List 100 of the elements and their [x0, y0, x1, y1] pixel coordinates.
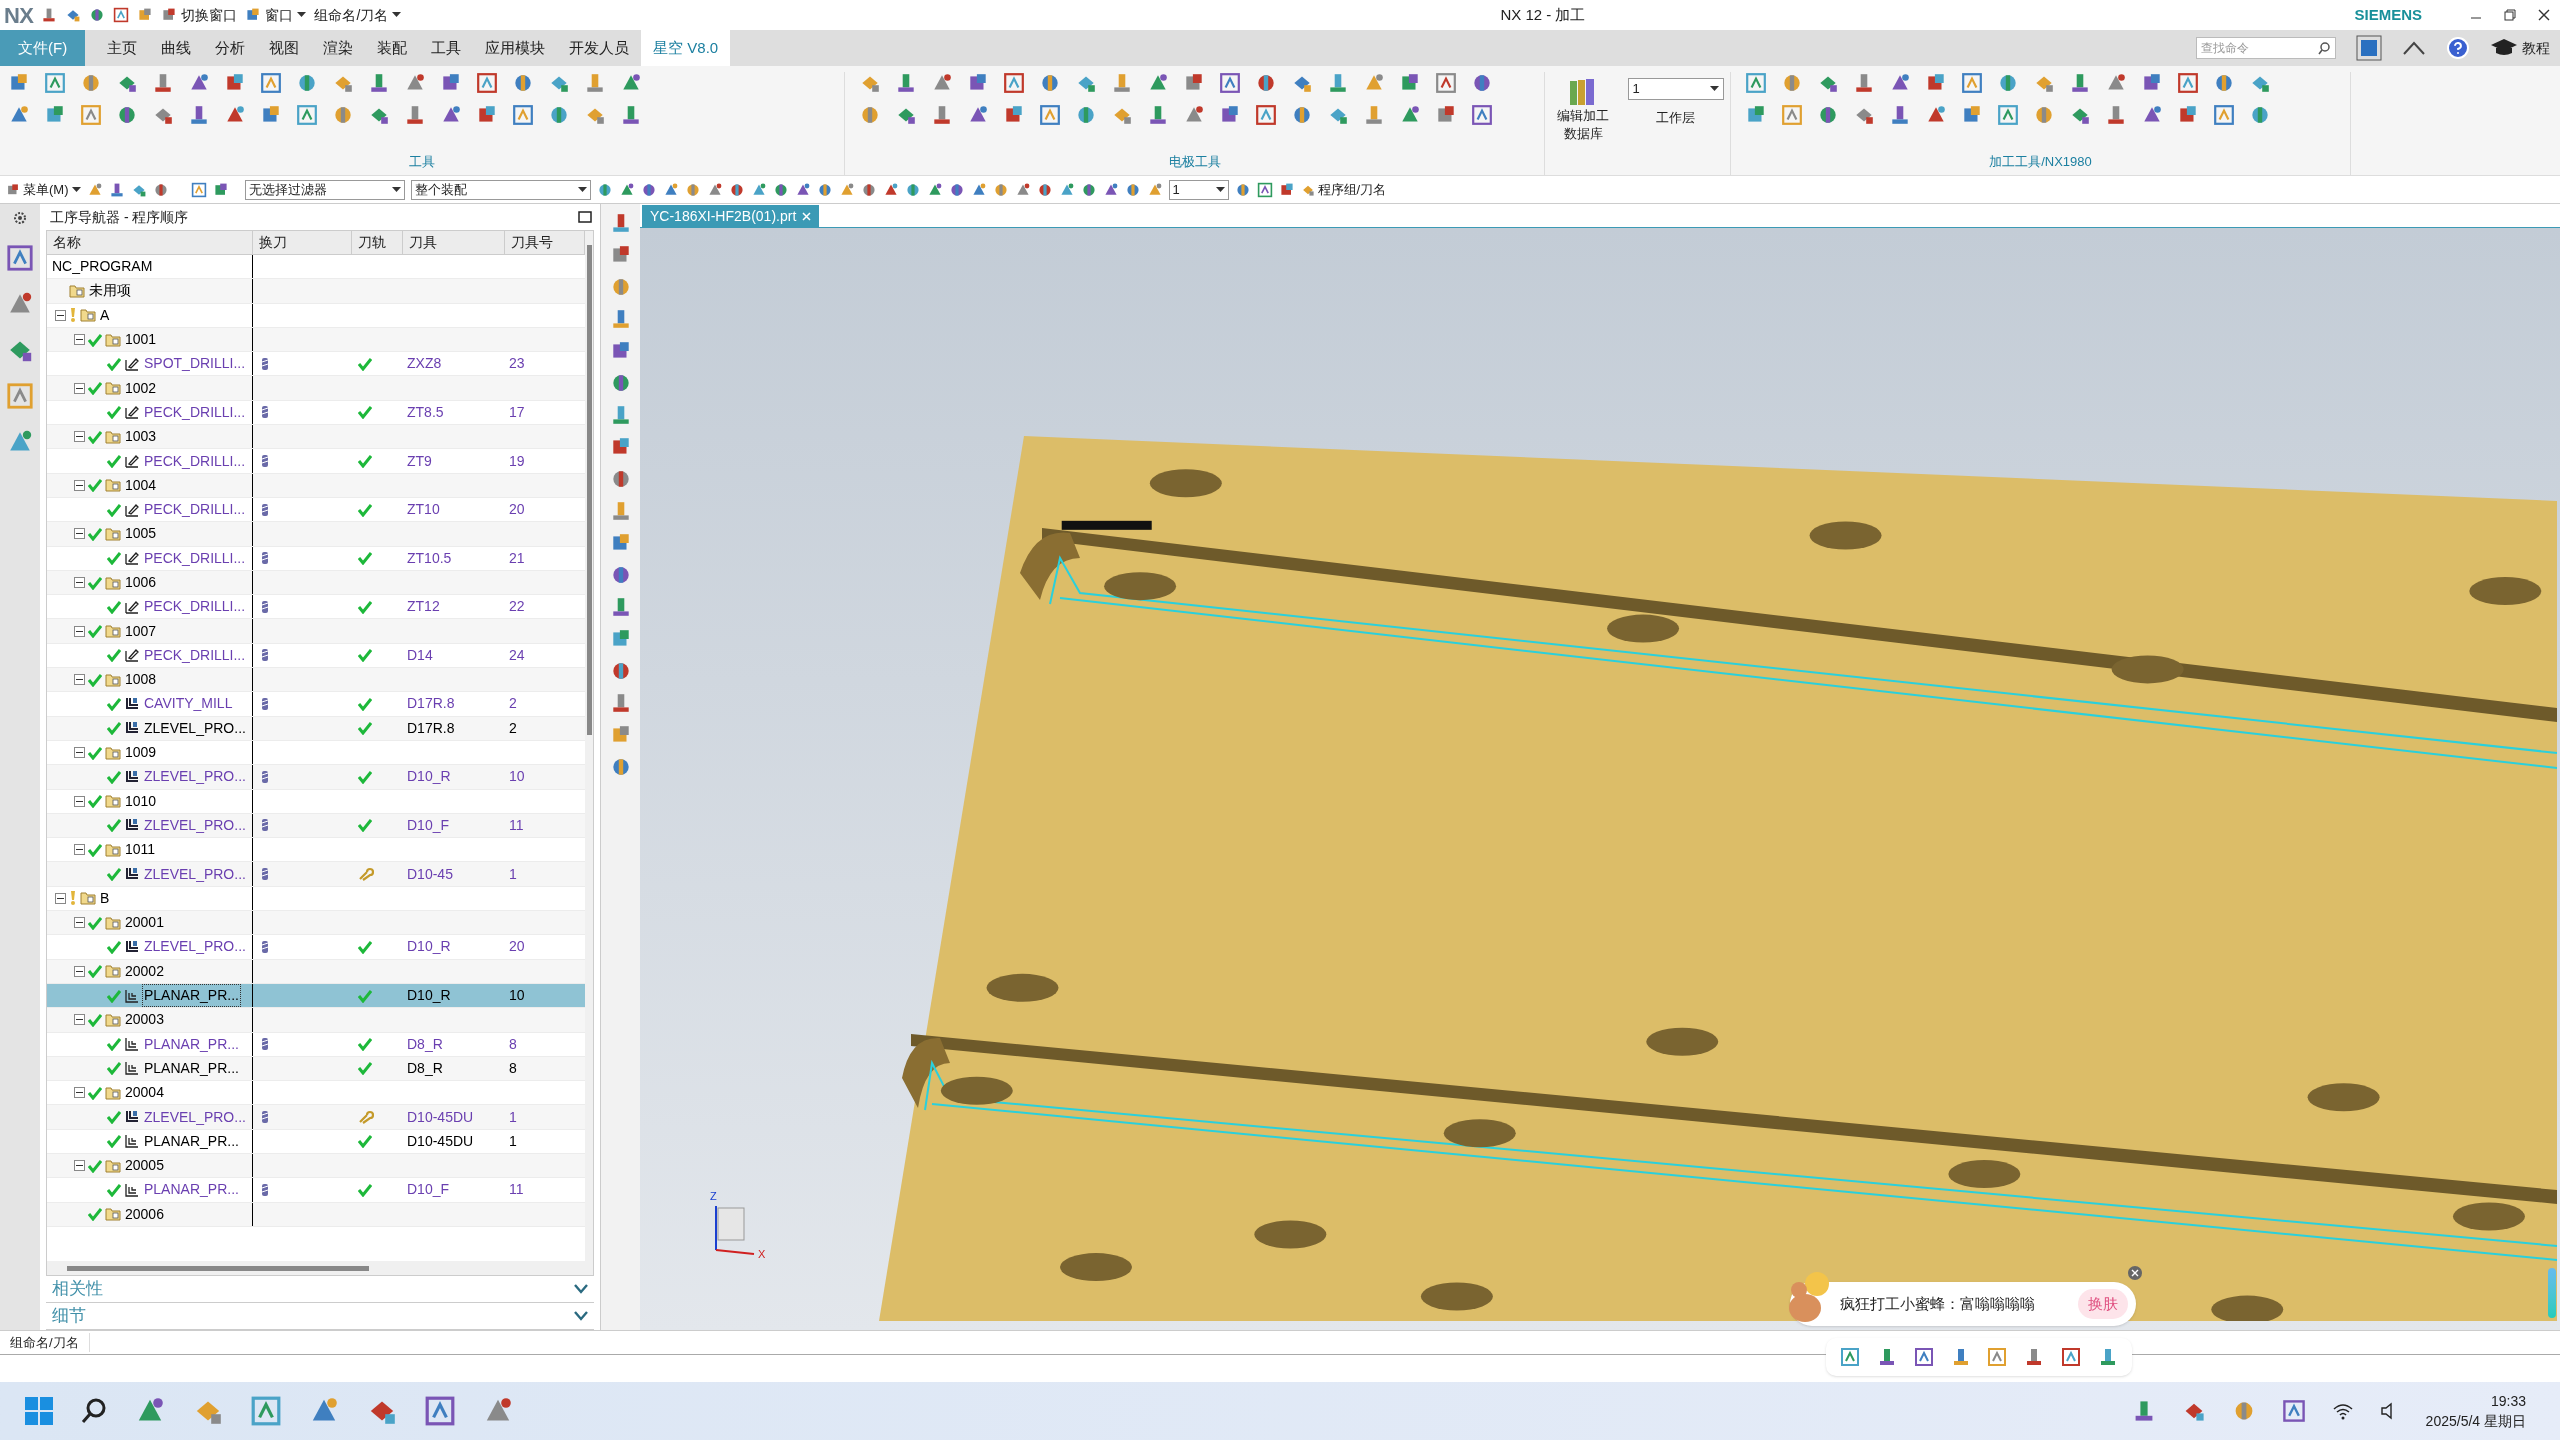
close-icon[interactable]: [2128, 1266, 2142, 1280]
search-box[interactable]: 查找命令: [2196, 37, 2336, 59]
tree-row[interactable]: PECK_DRILLI... ZT8.5 17: [47, 400, 585, 426]
tree-row[interactable]: 1010: [47, 789, 585, 814]
tree-item-label[interactable]: 未用项: [88, 280, 132, 302]
menu-tab[interactable]: 分析: [203, 30, 258, 66]
restore-icon[interactable]: [2504, 9, 2516, 21]
tree-item-label[interactable]: A: [99, 304, 111, 326]
tool-icon[interactable]: [1745, 72, 1767, 94]
tool-icon[interactable]: [772, 181, 789, 198]
tree-item-label[interactable]: 20002: [124, 960, 165, 982]
tool-icon[interactable]: [620, 104, 642, 126]
tool-icon[interactable]: [2069, 72, 2091, 94]
tree-item-label[interactable]: PECK_DRILLI...: [143, 499, 247, 521]
tree-row[interactable]: ZLEVEL_PRO... D10_R 10: [47, 765, 585, 790]
tool-icon[interactable]: [1471, 104, 1493, 126]
collapse-toggle[interactable]: [74, 382, 85, 394]
tool-icon[interactable]: [2177, 72, 2199, 94]
collapse-toggle[interactable]: [74, 965, 85, 977]
menu-tab[interactable]: 开发人员: [557, 30, 642, 66]
tool-icon[interactable]: [2033, 104, 2055, 126]
tool-icon[interactable]: [188, 104, 210, 126]
tool-icon[interactable]: [1124, 181, 1141, 198]
tool-icon[interactable]: [1256, 181, 1273, 198]
collapse-toggle[interactable]: [74, 1014, 85, 1026]
tree-row[interactable]: 1009: [47, 740, 585, 766]
tool-icon[interactable]: [859, 104, 881, 126]
tool-icon[interactable]: [1853, 72, 1875, 94]
tool-icon[interactable]: [296, 72, 318, 94]
tool-icon[interactable]: [992, 181, 1009, 198]
tree-row[interactable]: 1003: [47, 425, 585, 450]
tool-icon[interactable]: [404, 104, 426, 126]
horizontal-scrollbar[interactable]: [67, 1265, 369, 1271]
tree-item-label[interactable]: 20006: [124, 1203, 165, 1225]
tool-icon[interactable]: [1781, 72, 1803, 94]
tool-icon[interactable]: [1435, 72, 1457, 94]
collapse-toggle[interactable]: [74, 625, 85, 637]
column-header[interactable]: 换刀: [253, 231, 352, 254]
tool-icon[interactable]: [1471, 72, 1493, 94]
quick-action[interactable]: 组命名/刀名: [314, 4, 389, 26]
tool-icon[interactable]: [816, 181, 833, 198]
scope-dropdown[interactable]: 整个装配: [410, 179, 591, 200]
program-group-button[interactable]: 程序组/刀名: [1300, 179, 1387, 200]
tree-row[interactable]: PLANAR_PR... D8_R 8: [47, 1032, 585, 1057]
tool-icon[interactable]: [1781, 104, 1803, 126]
tool-icon[interactable]: [332, 104, 354, 126]
tree-item-label[interactable]: CAVITY_MILL: [143, 693, 234, 715]
column-header[interactable]: 刀具: [403, 231, 505, 254]
tool-icon[interactable]: [1327, 72, 1349, 94]
tree-item-label[interactable]: 1001: [124, 329, 158, 351]
search-icon[interactable]: [80, 1397, 108, 1425]
tool-icon[interactable]: [245, 7, 262, 23]
tool-icon[interactable]: [1147, 104, 1169, 126]
collapse-toggle[interactable]: [74, 1160, 85, 1172]
collapse-toggle[interactable]: [74, 1087, 85, 1099]
tree-row[interactable]: 1008: [47, 668, 585, 693]
collapse-toggle[interactable]: [74, 577, 85, 588]
tree-item-label[interactable]: ZLEVEL_PRO...: [143, 814, 247, 836]
tool-icon[interactable]: [2105, 104, 2127, 126]
tool-icon[interactable]: [895, 72, 917, 94]
tool-icon[interactable]: [1961, 72, 1983, 94]
collapse-toggle[interactable]: [55, 309, 66, 321]
tree-row[interactable]: ZLEVEL_PRO... D17R.8 2: [47, 716, 585, 741]
tool-icon[interactable]: [152, 181, 169, 198]
tree-item-label[interactable]: PLANAR_PR...: [143, 1179, 240, 1201]
tool-icon[interactable]: [1889, 104, 1911, 126]
tree-item-label[interactable]: PECK_DRILLI...: [143, 450, 247, 472]
tree-item-label[interactable]: PECK_DRILLI...: [143, 644, 247, 666]
navigator-tab-icon[interactable]: [6, 382, 34, 410]
tool-icon[interactable]: [1997, 72, 2019, 94]
tool-icon[interactable]: [1111, 72, 1133, 94]
tree-row[interactable]: 1001: [47, 327, 585, 353]
tool-icon[interactable]: [1080, 181, 1097, 198]
tree-row[interactable]: 1011: [47, 838, 585, 863]
tool-icon[interactable]: [296, 104, 318, 126]
taskbar-app-icon[interactable]: [250, 1395, 282, 1427]
collapse-toggle[interactable]: [74, 674, 85, 686]
menu-tab[interactable]: 工具: [419, 30, 474, 66]
tree-item-label[interactable]: ZLEVEL_PRO...: [143, 936, 247, 958]
tree-item-label[interactable]: PLANAR_PR...: [143, 1057, 240, 1079]
tool-icon[interactable]: [931, 104, 953, 126]
tree-row[interactable]: PLANAR_PR... D10_F 11: [47, 1178, 585, 1203]
fullscreen-icon[interactable]: [2356, 35, 2382, 61]
collapse-toggle[interactable]: [74, 844, 85, 856]
menu-tab[interactable]: 主页: [95, 30, 150, 66]
tree-row[interactable]: PECK_DRILLI... ZT12 22: [47, 595, 585, 620]
tree-item-label[interactable]: 20005: [124, 1155, 165, 1177]
help-icon[interactable]: [2446, 36, 2470, 60]
navigator-tab-icon[interactable]: [6, 244, 34, 272]
menu-tab[interactable]: 曲线: [149, 30, 204, 66]
search-field[interactable]: 查找命令: [2201, 39, 2318, 57]
tree-row[interactable]: PLANAR_PR... D8_R 8: [47, 1056, 585, 1082]
tree-row[interactable]: ZLEVEL_PRO... D10_R 20: [47, 935, 585, 960]
tool-icon[interactable]: [640, 181, 657, 198]
tool-icon[interactable]: [512, 72, 534, 94]
collapse-toggle[interactable]: [74, 334, 85, 346]
tree-row[interactable]: PECK_DRILLI... D14 24: [47, 643, 585, 669]
taskbar-app-icon[interactable]: [424, 1395, 456, 1427]
tool-icon[interactable]: [1234, 181, 1251, 198]
tool-icon[interactable]: [1039, 104, 1061, 126]
